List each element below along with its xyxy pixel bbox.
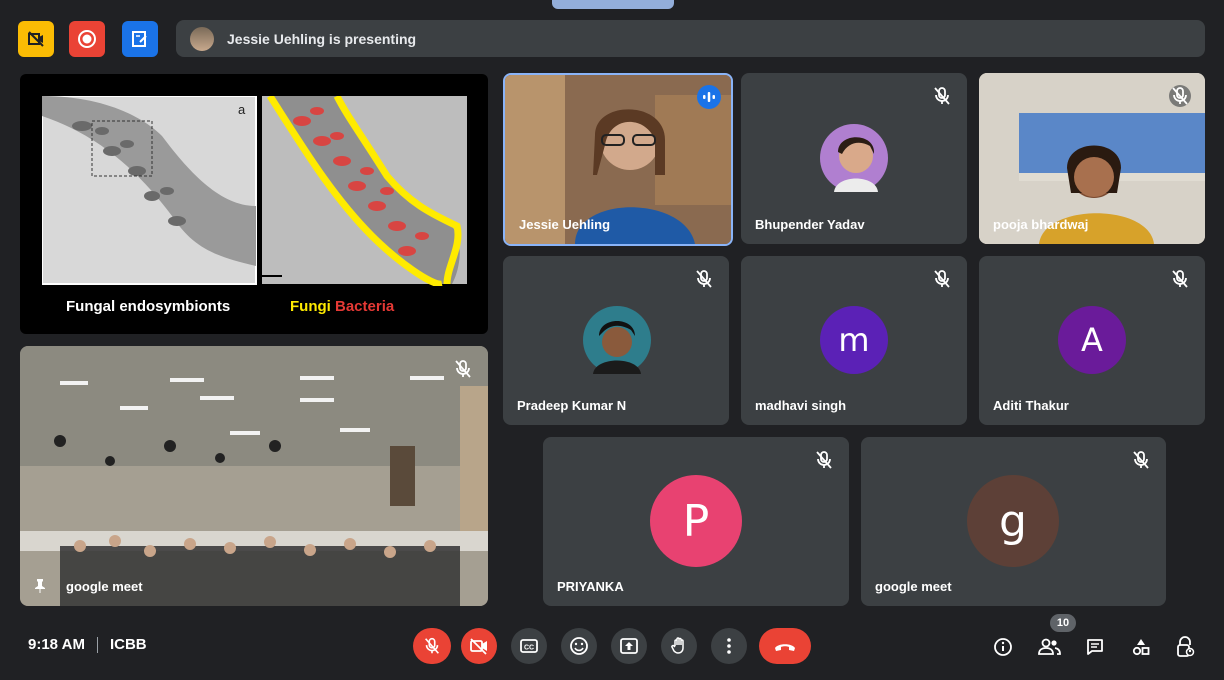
record-icon	[78, 30, 96, 48]
meeting-details-button[interactable]	[990, 634, 1016, 660]
raise-hand-icon	[671, 637, 684, 654]
present-screen-icon	[620, 638, 638, 654]
captions-button[interactable]: CC	[511, 628, 547, 664]
participant-tile-jessie[interactable]: Jessie Uehling	[503, 73, 733, 246]
pinned-video-tile[interactable]: google meet	[20, 346, 488, 606]
microphone-button[interactable]	[413, 628, 451, 664]
host-controls-button[interactable]	[1172, 634, 1198, 660]
pinned-tile-name: google meet	[66, 579, 143, 594]
participant-name: Jessie Uehling	[519, 217, 611, 232]
mic-off-icon	[1133, 451, 1149, 469]
mic-off-icon	[455, 360, 471, 378]
activities-icon	[1132, 639, 1150, 656]
end-call-icon	[775, 644, 795, 651]
participant-tile-google-meet[interactable]: g google meet	[861, 437, 1166, 606]
participant-tile-aditi[interactable]: A Aditi Thakur	[979, 256, 1205, 425]
more-options-button[interactable]	[711, 628, 747, 664]
participant-name: Pradeep Kumar N	[517, 398, 627, 413]
camera-button[interactable]	[461, 628, 497, 664]
mic-off-icon	[1169, 85, 1191, 107]
avatar-initial: A	[1058, 306, 1126, 374]
camera-off-icon	[470, 638, 487, 655]
slide-caption-left: Fungal endosymbionts	[66, 298, 231, 315]
chat-icon	[1087, 639, 1103, 655]
speaking-indicator-icon	[697, 85, 721, 109]
participant-tile-bhupender[interactable]: Bhupender Yadav	[741, 73, 967, 244]
mic-off-icon	[816, 451, 832, 469]
presentation-slide[interactable]: a Fungal endosymbionts Fungi Bacteria	[20, 74, 488, 334]
avatar	[820, 124, 888, 192]
no-video-recording-button[interactable]	[18, 21, 54, 57]
classroom-video	[20, 346, 488, 606]
mic-off-icon	[425, 637, 439, 654]
participant-name: google meet	[875, 579, 952, 594]
reactions-button[interactable]	[561, 628, 597, 664]
lock-person-icon	[1177, 636, 1195, 657]
meeting-info: 9:18 AM ICBB	[28, 636, 147, 653]
more-vert-icon	[727, 638, 731, 654]
clock-time: 9:18 AM	[28, 636, 85, 653]
presenter-avatar	[190, 26, 214, 51]
recording-button[interactable]	[69, 21, 105, 57]
participant-tile-priyanka[interactable]: P PRIYANKA	[543, 437, 849, 606]
avatar-initial: P	[650, 475, 742, 567]
people-button[interactable]	[1036, 634, 1062, 660]
participant-name: PRIYANKA	[557, 579, 624, 594]
svg-text:CC: CC	[524, 645, 534, 652]
top-handle	[552, 0, 674, 9]
meeting-code: ICBB	[109, 636, 147, 653]
whiteboard-button[interactable]	[122, 21, 158, 57]
presenting-banner[interactable]: Jessie Uehling is presenting	[176, 20, 1205, 57]
people-icon	[1038, 638, 1061, 655]
no-video-rec-icon	[28, 31, 44, 47]
panel-label: a	[238, 102, 246, 117]
avatar-initial: g	[967, 475, 1059, 567]
participant-name: pooja bhardwaj	[993, 217, 1089, 232]
participant-tile-pooja[interactable]: pooja bhardwaj	[979, 73, 1205, 244]
mic-off-icon	[934, 87, 950, 105]
activities-button[interactable]	[1128, 634, 1154, 660]
participant-tile-pradeep[interactable]: Pradeep Kumar N	[503, 256, 729, 425]
presenting-text: Jessie Uehling is presenting	[227, 30, 417, 47]
caption-fungi: Fungi	[290, 298, 331, 315]
microscopy-images: a	[42, 96, 467, 286]
participant-name: madhavi singh	[755, 398, 847, 413]
chat-button[interactable]	[1082, 634, 1108, 660]
mic-off-icon	[696, 270, 712, 288]
raise-hand-button[interactable]	[661, 628, 697, 664]
leave-call-button[interactable]	[759, 628, 811, 664]
avatar-initial: m	[820, 306, 888, 374]
participant-name: Bhupender Yadav	[755, 217, 865, 232]
pin-icon[interactable]	[32, 578, 48, 594]
emoji-icon	[570, 637, 588, 655]
mic-off-icon	[934, 270, 950, 288]
whiteboard-icon	[132, 31, 147, 47]
participant-count-badge: 10	[1050, 614, 1076, 632]
divider	[96, 636, 98, 653]
closed-captions-icon: CC	[520, 639, 538, 653]
avatar	[583, 306, 651, 374]
slide-caption-right: Fungi Bacteria	[290, 298, 394, 315]
participant-name: Aditi Thakur	[993, 398, 1069, 413]
present-now-button[interactable]	[611, 628, 647, 664]
participant-tile-madhavi[interactable]: m madhavi singh	[741, 256, 967, 425]
info-icon	[994, 638, 1012, 656]
mic-off-icon	[1172, 270, 1188, 288]
caption-bacteria: Bacteria	[335, 298, 395, 315]
